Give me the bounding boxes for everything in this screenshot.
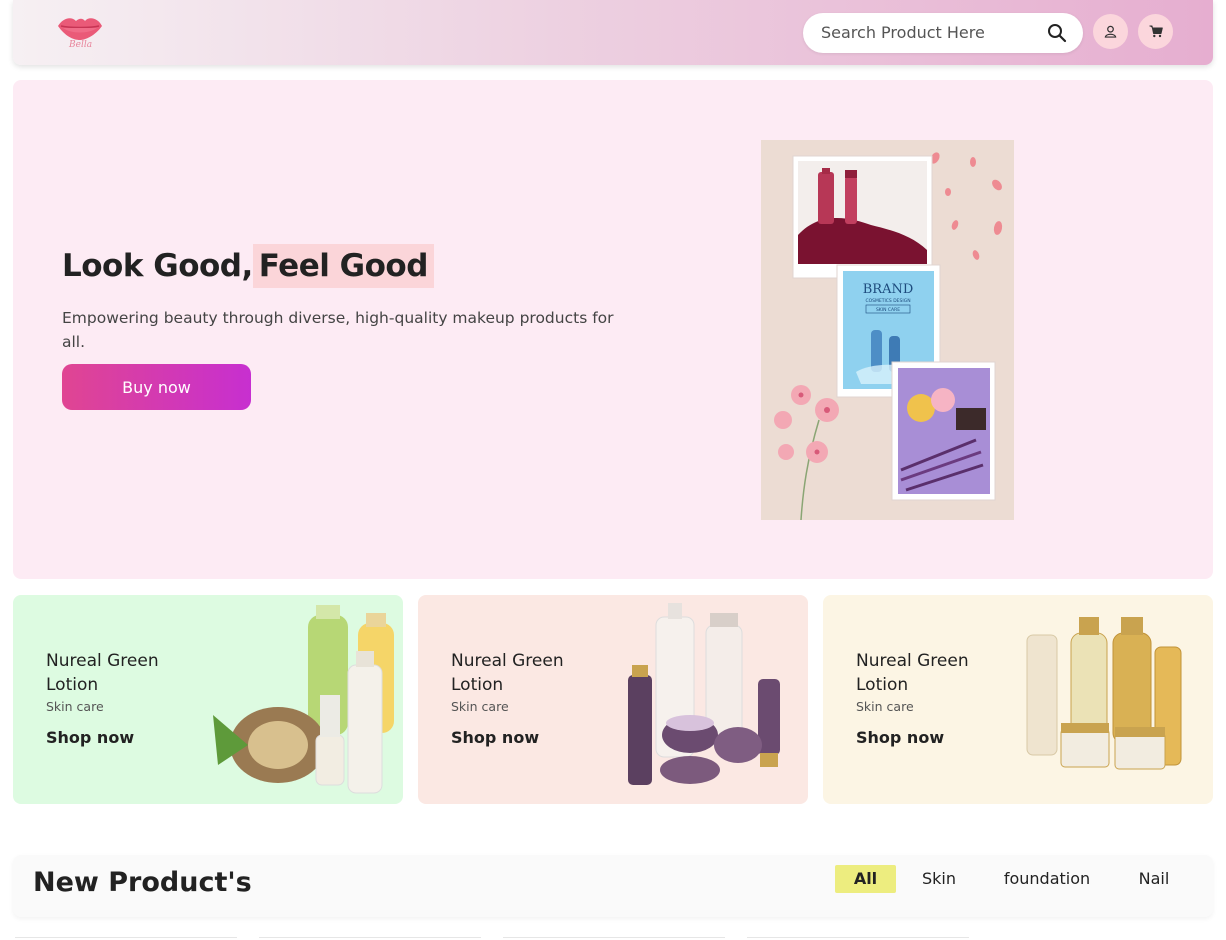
cart-icon	[1149, 25, 1163, 38]
collage-skincare-text: SKIN CARE	[876, 307, 900, 313]
tab-nail[interactable]: Nail	[1127, 865, 1181, 893]
promo-card-1: Nureal Green Lotion Skin care Shop now	[13, 595, 403, 804]
logo-text: Bella	[69, 40, 93, 50]
shop-now-link[interactable]: Shop now	[451, 728, 539, 747]
account-button[interactable]	[1093, 14, 1128, 49]
hero-collage-image: BRAND COSMETICS DESIGN SKIN CARE	[761, 140, 1014, 521]
lips-logo-icon	[58, 18, 102, 40]
hero-title: Look Good, Feel Good	[62, 244, 434, 288]
promo-card-category: Skin care	[46, 699, 104, 714]
tab-all[interactable]: All	[835, 865, 896, 893]
promo-card-title: Nureal Green Lotion	[46, 651, 159, 695]
lotion-products-image	[213, 605, 394, 794]
collage-brand-sub: COSMETICS DESIGN	[865, 298, 910, 304]
tab-skin[interactable]: Skin	[909, 865, 969, 893]
tab-foundation[interactable]: foundation	[993, 865, 1101, 893]
new-products-header: New Product's All Skin foundation Nail	[13, 855, 1213, 917]
search-bar	[803, 13, 1083, 53]
gold-products-image	[1026, 617, 1182, 770]
search-icon[interactable]	[1047, 23, 1067, 43]
hero-subtitle: Empowering beauty through diverse, high-…	[62, 309, 614, 351]
user-icon	[1104, 25, 1117, 38]
top-header: Bella	[13, 0, 1213, 65]
hero-title-part1: Look Good,	[62, 248, 253, 284]
promo-card-3: Nureal Green Lotion Skin care Shop now	[823, 595, 1213, 804]
promo-card-2: Nureal Green Lotion Skin care Shop now	[418, 595, 808, 804]
promo-card-title: Nureal Green Lotion	[451, 651, 564, 695]
promo-card-title: Nureal Green Lotion	[856, 651, 969, 695]
shop-now-link[interactable]: Shop now	[856, 728, 944, 747]
hero-title-highlight: Feel Good	[252, 244, 434, 288]
hero-banner: Look Good, Feel Good Empowering beauty th…	[13, 80, 1213, 579]
section-title: New Product's	[33, 867, 252, 898]
cream-products-image	[628, 603, 780, 785]
promo-card-category: Skin care	[451, 699, 509, 714]
cart-button[interactable]	[1138, 14, 1173, 49]
brand-logo[interactable]: Bella	[55, 14, 105, 56]
buy-now-button[interactable]: Buy now	[62, 364, 251, 410]
search-input[interactable]	[821, 23, 1031, 42]
promo-card-category: Skin care	[856, 699, 914, 714]
shop-now-link[interactable]: Shop now	[46, 728, 134, 747]
collage-brand-text: BRAND	[863, 282, 914, 297]
